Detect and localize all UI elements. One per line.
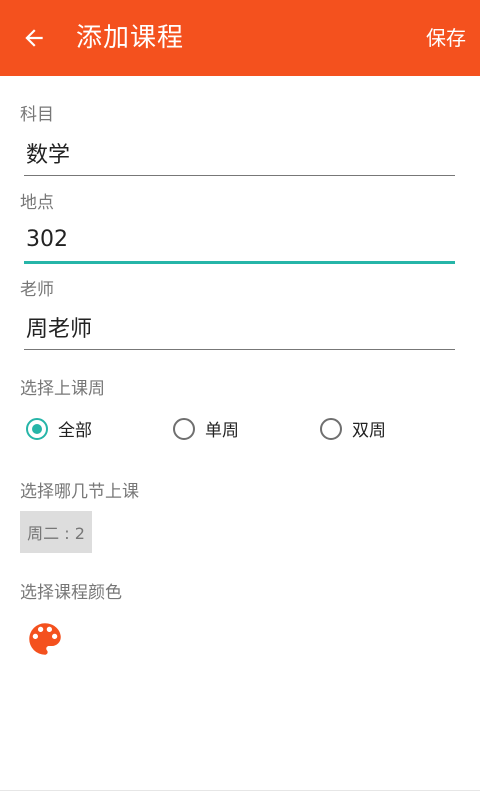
arrow-left-icon [25,29,43,47]
radio-label: 双周 [352,421,386,441]
radio-label: 全部 [58,421,92,441]
location-label: 地点 [20,193,54,213]
period-select-label: 选择哪几节上课 [20,482,139,502]
radio-unchecked-icon [320,417,342,440]
radio-checked-icon [26,417,48,440]
color-select-label: 选择课程颜色 [20,583,122,603]
app-bar: 添加课程 保存 [0,0,480,76]
teacher-label: 老师 [20,280,54,300]
back-button[interactable] [14,18,54,58]
radio-all-weeks[interactable]: 全部 [26,416,92,441]
subject-label: 科目 [20,105,54,125]
radio-even-weeks[interactable]: 双周 [320,416,386,441]
location-input[interactable] [24,224,455,264]
subject-input[interactable] [24,136,455,176]
period-chip[interactable]: 周二 : 2 [20,511,92,553]
palette-icon [29,623,61,655]
week-select-label: 选择上课周 [20,379,105,399]
divider [0,790,480,791]
color-picker-button[interactable] [24,618,66,660]
radio-label: 单周 [205,421,239,441]
teacher-input[interactable] [24,310,455,350]
week-radio-group: 全部 单周 双周 [26,416,466,446]
radio-unchecked-icon [173,417,195,440]
save-button[interactable]: 保存 [426,20,466,56]
radio-odd-weeks[interactable]: 单周 [173,416,239,441]
page-title: 添加课程 [76,23,185,53]
